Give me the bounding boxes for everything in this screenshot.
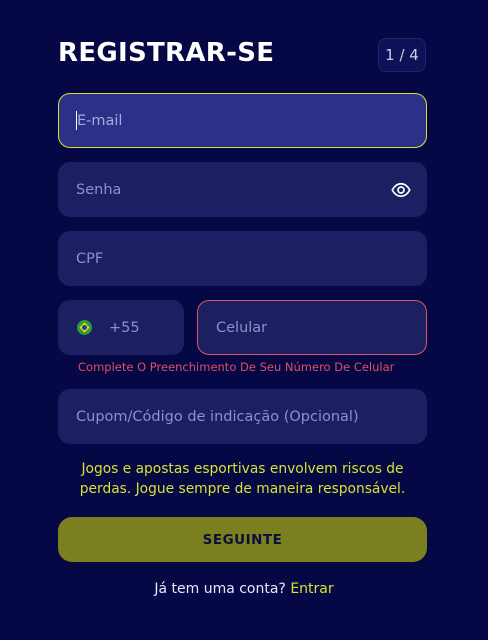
next-button[interactable]: SEGUINTE — [58, 517, 427, 562]
phone-error-message: Complete O Preenchimento De Seu Número D… — [78, 360, 395, 374]
login-prompt: Já tem uma conta? Entrar — [0, 581, 488, 597]
password-input[interactable] — [76, 181, 427, 198]
coupon-input[interactable] — [76, 408, 427, 425]
coupon-field[interactable] — [58, 389, 427, 444]
text-caret — [76, 111, 77, 130]
email-field[interactable] — [58, 93, 427, 148]
phone-input[interactable] — [216, 319, 426, 336]
login-question: Já tem uma conta? — [154, 581, 286, 597]
responsible-gaming-disclaimer: Jogos e apostas esportivas envolvem risc… — [79, 461, 406, 497]
brazil-flag-icon — [77, 320, 92, 335]
eye-icon[interactable] — [391, 180, 411, 200]
login-link[interactable]: Entrar — [290, 581, 333, 597]
country-code-label: +55 — [109, 319, 140, 336]
page-title: REGISTRAR-SE — [58, 38, 275, 68]
register-page: REGISTRAR-SE 1 / 4 +55 Complete O Preenc… — [0, 0, 488, 640]
email-input[interactable] — [77, 112, 426, 129]
step-indicator: 1 / 4 — [378, 38, 426, 72]
country-code-selector[interactable]: +55 — [58, 300, 184, 355]
cpf-field[interactable] — [58, 231, 427, 286]
phone-field[interactable] — [197, 300, 427, 355]
cpf-input[interactable] — [76, 250, 427, 267]
password-field[interactable] — [58, 162, 427, 217]
